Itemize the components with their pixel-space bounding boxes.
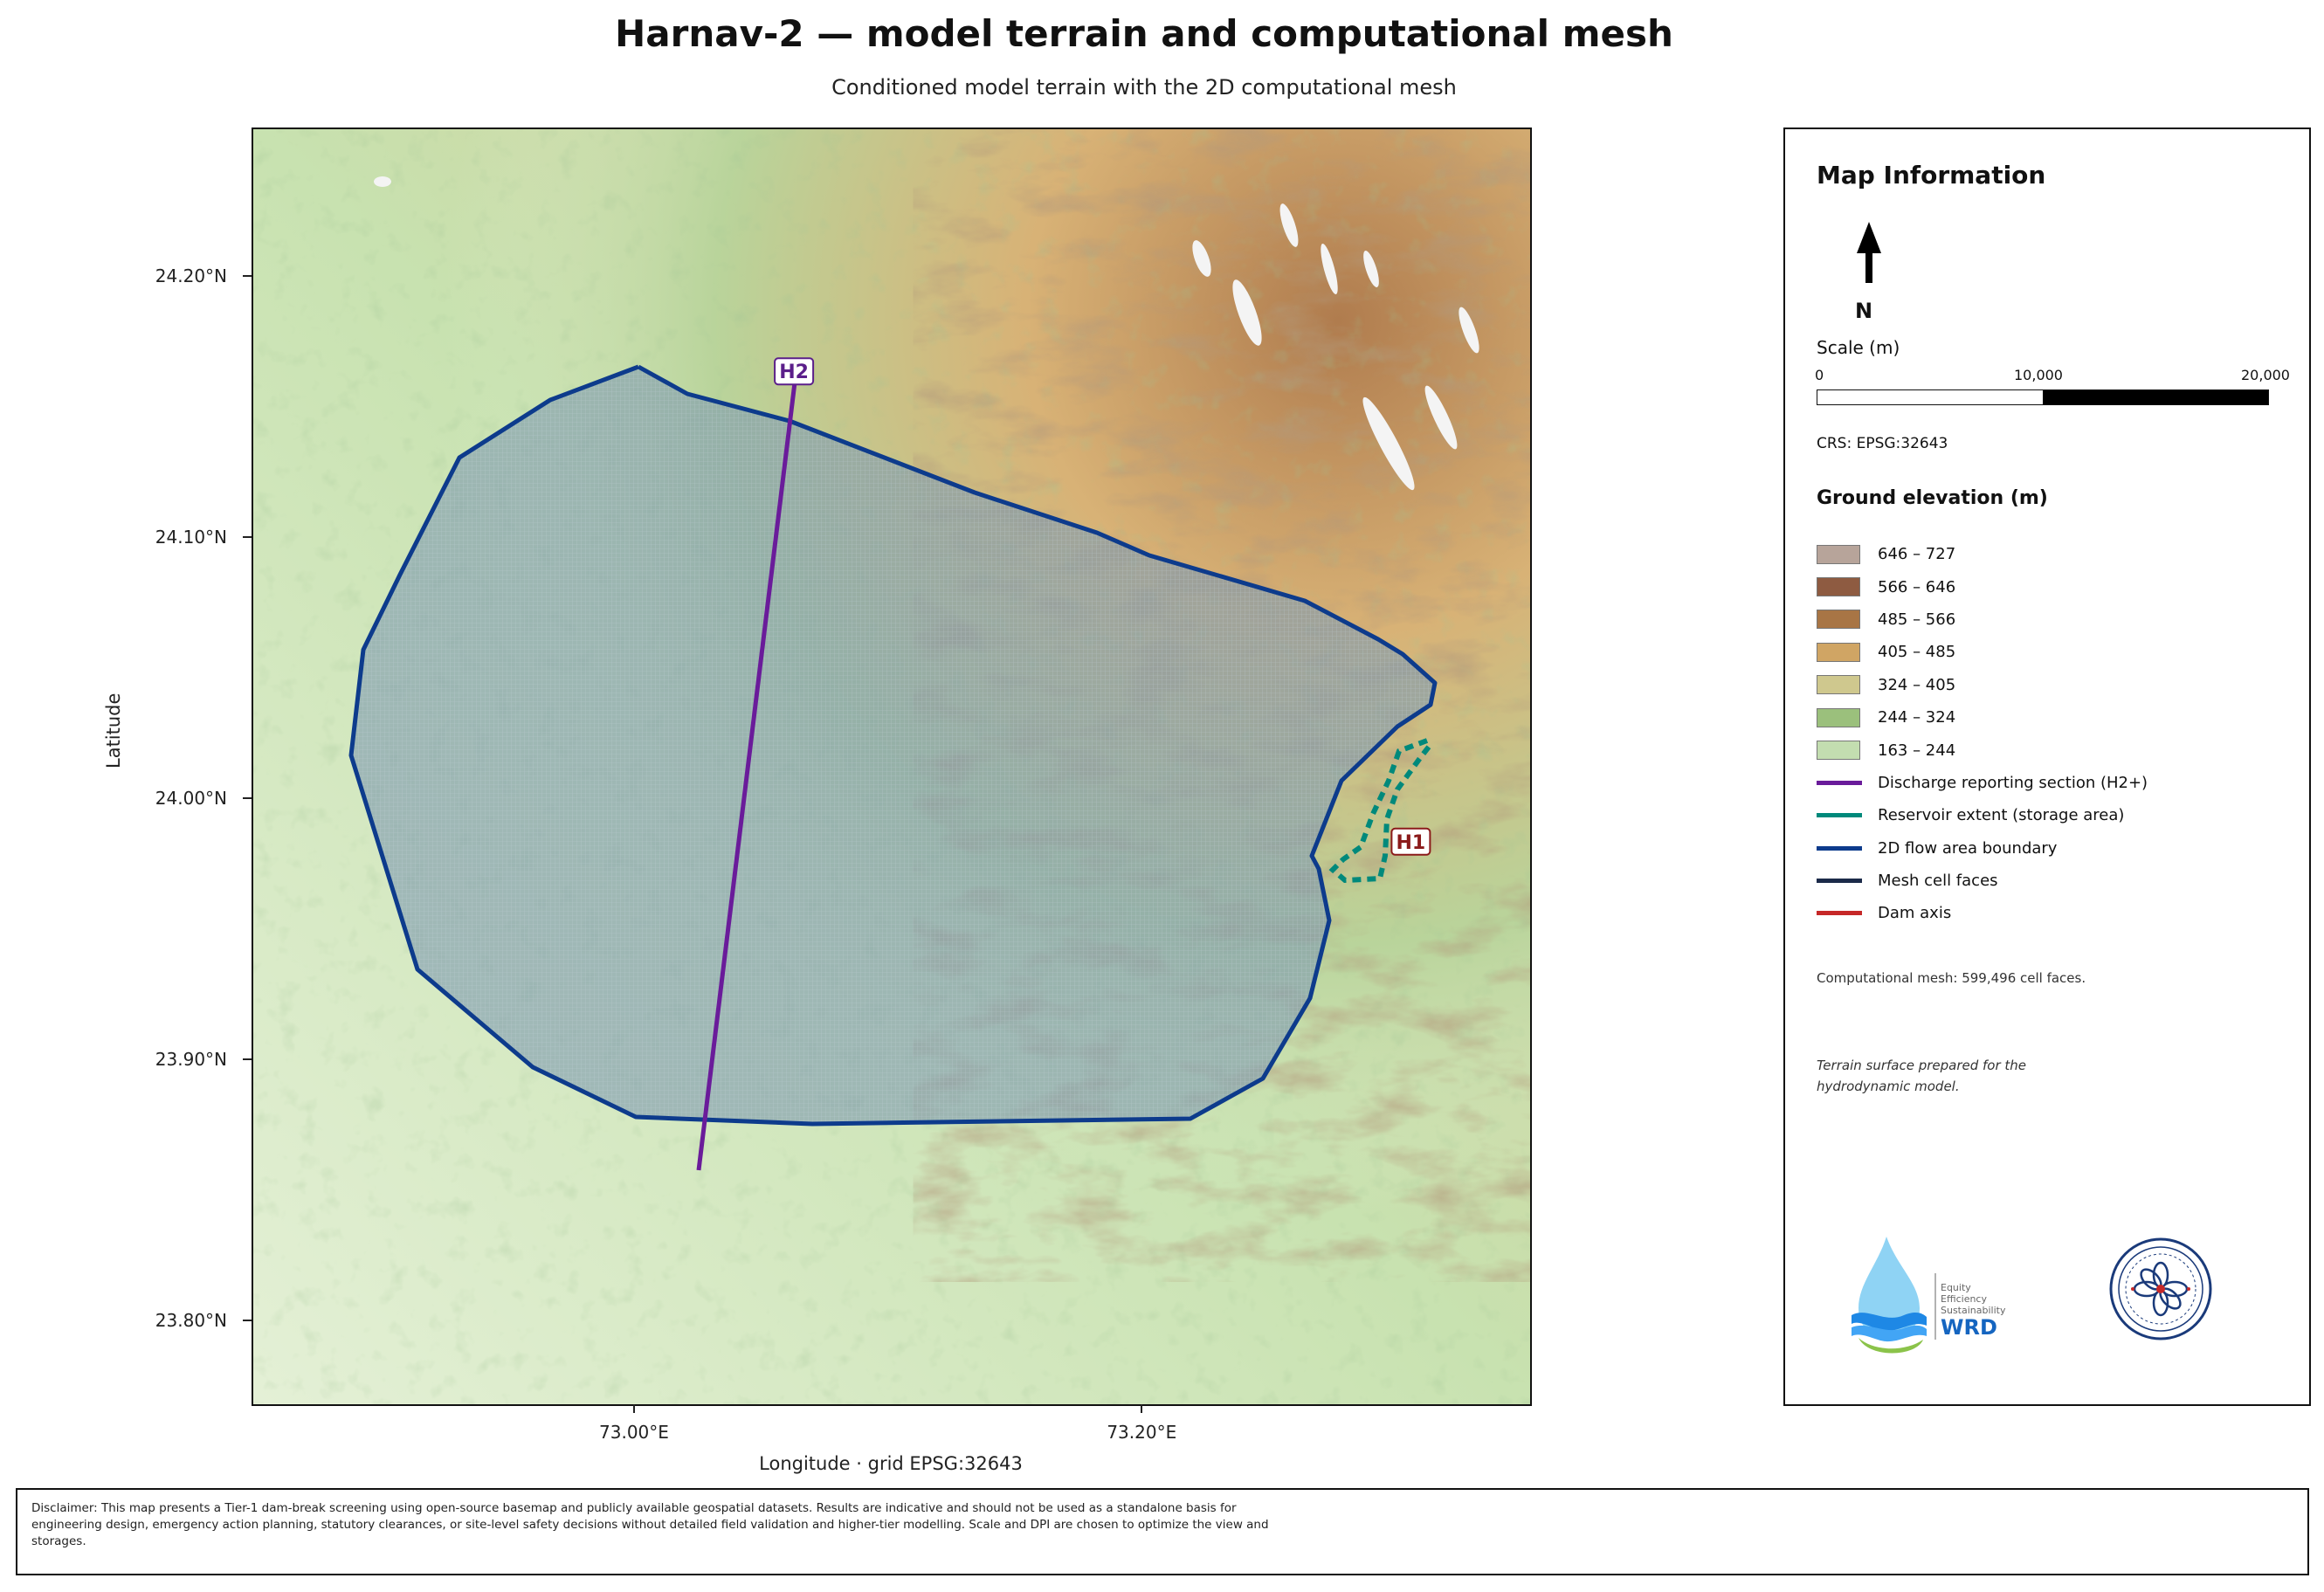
- y-tick-mark: [243, 535, 252, 538]
- map-subtitle: Conditioned model terrain with the 2D co…: [831, 75, 1457, 100]
- x-tick-mark: [632, 1404, 635, 1413]
- legend-label: Discharge reporting section (H2+): [1878, 773, 2148, 792]
- marker-label: H2: [779, 362, 809, 383]
- wrd-logo-icon: Equity Efficiency Sustainability WRD: [1852, 1237, 2006, 1354]
- x-tick-mark: [1141, 1404, 1143, 1413]
- legend-item-elevation: 405 – 485: [1817, 636, 2148, 668]
- y-tick-mark: [243, 274, 252, 277]
- legend-swatch: [1817, 577, 1860, 597]
- disclaimer-text: Disclaimer: This map presents a Tier-1 d…: [31, 1501, 1269, 1548]
- legend-line-swatch: [1817, 780, 1862, 785]
- y-tick-mark: [243, 1320, 252, 1322]
- snowcap-patch: [374, 176, 391, 187]
- map-canvas[interactable]: H2 H1: [252, 127, 1532, 1406]
- y-tick-label: 24.00°N: [155, 787, 227, 809]
- north-label: N: [1855, 299, 1873, 323]
- marker-h2[interactable]: H2: [774, 357, 815, 386]
- logo-text-equity: Equity: [1941, 1282, 1971, 1293]
- legend-line-swatch: [1817, 845, 1862, 851]
- legend-label: 244 – 324: [1878, 708, 1956, 727]
- y-tick-label: 23.80°N: [155, 1310, 227, 1332]
- legend-label: Reservoir extent (storage area): [1878, 806, 2125, 825]
- legend-line-swatch: [1817, 911, 1862, 916]
- legend-label: 646 – 727: [1878, 545, 1956, 564]
- legend-item-elevation: 244 – 324: [1817, 701, 2148, 734]
- logo-text-wrd: WRD: [1941, 1315, 1997, 1340]
- legend-label: Mesh cell faces: [1878, 872, 1998, 891]
- legend-label: 485 – 566: [1878, 610, 1956, 629]
- legend-item-line: Mesh cell faces: [1817, 865, 2148, 897]
- y-tick-label: 23.90°N: [155, 1049, 227, 1071]
- legend-title: Ground elevation (m): [1817, 487, 2048, 509]
- scale-label-10000: 10,000: [2014, 367, 2063, 383]
- legend-label: 566 – 646: [1878, 577, 1956, 596]
- marker-label: H1: [1396, 832, 1426, 854]
- legend-swatch: [1817, 741, 1860, 761]
- scale-title: Scale (m): [1817, 337, 1900, 358]
- marker-h1[interactable]: H1: [1390, 827, 1431, 856]
- legend-label: 2D flow area boundary: [1878, 838, 2058, 858]
- government-seal-icon: [2109, 1237, 2212, 1340]
- legend: 646 – 727 566 – 646 485 – 566 405 – 485 324 …: [1817, 538, 2148, 930]
- legend-swatch: [1817, 544, 1860, 564]
- north-arrow-icon: [1857, 222, 1881, 283]
- legend-item-line: Reservoir extent (storage area): [1817, 799, 2148, 831]
- x-tick-label: 73.20°E: [1107, 1422, 1177, 1443]
- scale-bar: [1817, 389, 2269, 405]
- y-tick-label: 24.10°N: [155, 526, 227, 548]
- legend-swatch: [1817, 675, 1860, 695]
- legend-swatch: [1817, 610, 1860, 630]
- legend-line-swatch: [1817, 879, 1862, 884]
- legend-item-line: Dam axis: [1817, 897, 2148, 929]
- legend-label: 405 – 485: [1878, 643, 1956, 662]
- y-tick-label: 24.20°N: [155, 265, 227, 286]
- logo-text-efficiency: Efficiency: [1941, 1293, 1987, 1305]
- mesh-note: Computational mesh: 599,496 cell faces.: [1817, 970, 2086, 986]
- legend-item-elevation: 485 – 566: [1817, 603, 2148, 636]
- y-axis-label: Latitude: [103, 693, 124, 768]
- terrain-note: Terrain surface prepared for the hydrody…: [1817, 1058, 2027, 1094]
- legend-swatch: [1817, 642, 1860, 662]
- map-info-panel: Map Information N Scale (m) 0 10,000 20,…: [1783, 127, 2311, 1406]
- legend-item-elevation: 566 – 646: [1817, 570, 2148, 603]
- scale-label-0: 0: [1815, 367, 1824, 383]
- legend-item-elevation: 646 – 727: [1817, 538, 2148, 570]
- y-tick-mark: [243, 1058, 252, 1061]
- legend-item-line: Discharge reporting section (H2+): [1817, 767, 2148, 799]
- legend-item-line: 2D flow area boundary: [1817, 832, 2148, 865]
- legend-line-swatch: [1817, 813, 1862, 818]
- legend-label: Dam axis: [1878, 904, 1952, 923]
- panel-title: Map Information: [1817, 161, 2046, 190]
- x-axis-label: Longitude · grid EPSG:32643: [759, 1453, 1023, 1474]
- map-title: Harnav-2 — model terrain and computation…: [615, 12, 1673, 55]
- crs-label: CRS: EPSG:32643: [1817, 435, 1948, 452]
- scale-label-20000: 20,000: [2241, 367, 2290, 383]
- legend-item-elevation: 324 – 405: [1817, 669, 2148, 701]
- legend-item-elevation: 163 – 244: [1817, 734, 2148, 766]
- legend-label: 324 – 405: [1878, 675, 1956, 694]
- legend-swatch: [1817, 707, 1860, 727]
- x-tick-label: 73.00°E: [599, 1422, 669, 1443]
- legend-label: 163 – 244: [1878, 741, 1956, 760]
- y-tick-mark: [243, 796, 252, 799]
- disclaimer-box: Disclaimer: This map presents a Tier-1 d…: [16, 1488, 2309, 1575]
- terrain-map[interactable]: H2 H1: [253, 129, 1530, 1404]
